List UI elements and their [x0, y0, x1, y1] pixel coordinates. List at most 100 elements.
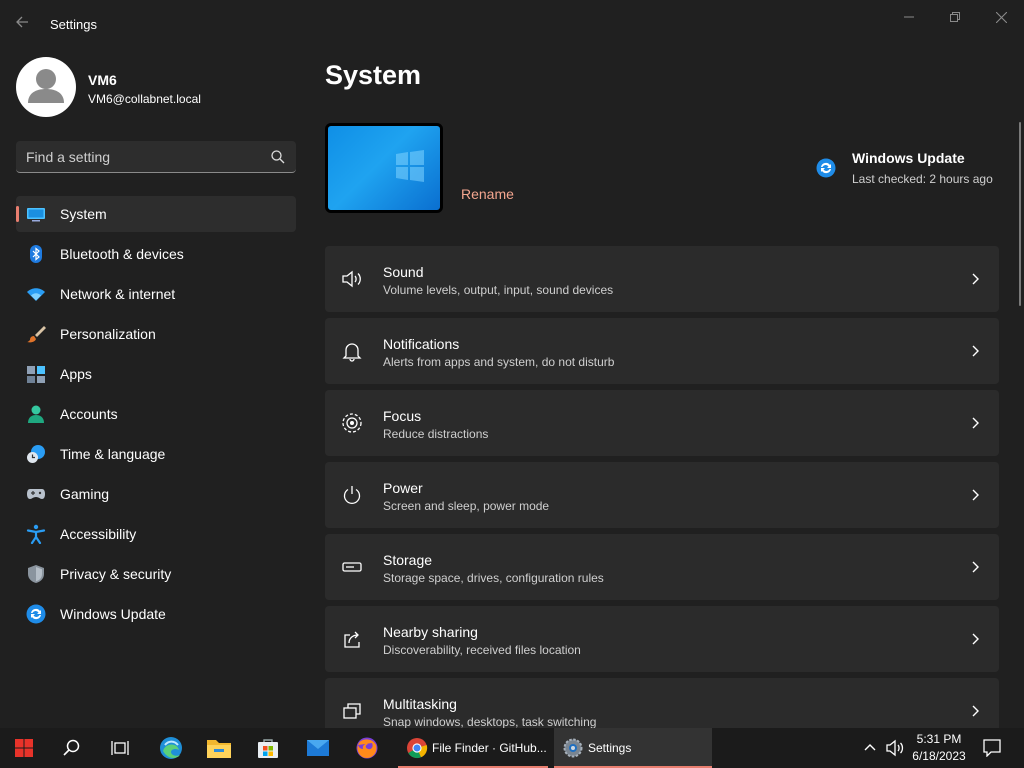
sync-icon [816, 158, 836, 178]
brush-icon [27, 326, 46, 343]
settings-window: Settings VM6 VM6@collabnet.local System … [0, 0, 1024, 728]
search-icon[interactable] [270, 149, 286, 165]
rename-link[interactable]: Rename [461, 186, 514, 202]
card-title: Focus [383, 408, 422, 424]
task-view-button[interactable] [104, 728, 136, 768]
user-avatar-icon [28, 69, 64, 103]
sidebar-item-windows-update[interactable]: Windows Update [16, 596, 296, 632]
user-email: VM6@collabnet.local [88, 92, 201, 106]
close-icon [995, 11, 1007, 23]
notification-speech-bubble-icon [983, 739, 1001, 757]
title-bar: Settings [0, 0, 1024, 48]
monitor-icon [27, 208, 45, 222]
minimize-icon [904, 16, 914, 18]
scrollbar-thumb[interactable] [1019, 122, 1021, 306]
settings-card-sound[interactable]: Sound Volume levels, output, input, soun… [325, 246, 999, 312]
taskbar-search-button[interactable] [56, 728, 88, 768]
card-description: Screen and sleep, power mode [383, 499, 550, 513]
sidebar-item-label: Apps [60, 366, 92, 382]
sidebar-item-label: Accounts [60, 406, 118, 422]
windows-update-last-checked: Last checked: 2 hours ago [852, 172, 993, 186]
device-preview [325, 123, 443, 213]
sidebar-item-time-language[interactable]: Time & language [16, 436, 296, 472]
settings-card-focus[interactable]: Focus Reduce distractions [325, 390, 999, 456]
sidebar-item-accounts[interactable]: Accounts [16, 396, 296, 432]
sidebar-item-label: System [60, 206, 107, 222]
bell-icon [342, 343, 362, 362]
gamepad-icon [27, 489, 45, 499]
firefox-icon [356, 737, 378, 759]
power-icon [343, 486, 361, 504]
sidebar-item-label: Gaming [60, 486, 110, 502]
taskbar: File Finder · GitHub... Settings 5:31 PM… [0, 728, 1024, 768]
sidebar-item-label: Bluetooth & devices [60, 246, 184, 262]
sidebar-item-network[interactable]: Network & internet [16, 276, 296, 312]
card-description: Volume levels, output, input, sound devi… [383, 283, 614, 297]
sidebar-item-accessibility[interactable]: Accessibility [16, 516, 296, 552]
chevron-right-icon [972, 561, 979, 573]
card-title: Multitasking [383, 696, 457, 712]
taskbar-store-button[interactable] [252, 728, 284, 768]
page-title: System [325, 60, 422, 90]
sidebar-item-bluetooth[interactable]: Bluetooth & devices [16, 236, 296, 272]
mail-icon [307, 740, 329, 756]
windows-start-icon [15, 739, 33, 757]
bluetooth-icon [30, 245, 42, 263]
clock-date: 6/18/2023 [912, 749, 966, 763]
window-title: Settings [50, 17, 97, 32]
edge-browser-icon [160, 737, 182, 759]
sidebar-item-gaming[interactable]: Gaming [16, 476, 296, 512]
card-description: Snap windows, desktops, task switching [383, 715, 597, 728]
windows-update-status[interactable]: Windows Update Last checked: 2 hours ago [816, 150, 1006, 190]
storage-drive-icon [342, 562, 362, 572]
taskbar-app-chrome[interactable]: File Finder · GitHub... [398, 728, 548, 768]
shield-icon [28, 565, 44, 583]
sync-icon [26, 604, 46, 624]
back-arrow-icon [16, 16, 28, 28]
settings-card-multitasking[interactable]: Multitasking Snap windows, desktops, tas… [325, 678, 999, 728]
maximize-button[interactable] [932, 6, 978, 28]
show-hidden-icons-button[interactable] [860, 728, 880, 768]
minimize-button[interactable] [886, 6, 932, 28]
settings-card-power[interactable]: Power Screen and sleep, power mode [325, 462, 999, 528]
sidebar-item-system[interactable]: System [16, 196, 296, 232]
back-button[interactable] [14, 14, 34, 34]
settings-list: Sound Volume levels, output, input, soun… [325, 246, 999, 728]
taskbar-clock[interactable]: 5:31 PM 6/18/2023 [908, 731, 970, 765]
user-name: VM6 [88, 72, 117, 88]
card-title: Nearby sharing [383, 624, 478, 640]
card-title: Notifications [383, 336, 460, 352]
search-input[interactable] [26, 141, 266, 172]
sidebar-item-privacy-security[interactable]: Privacy & security [16, 556, 296, 592]
taskbar-mail-button[interactable] [302, 728, 334, 768]
settings-card-notifications[interactable]: Notifications Alerts from apps and syste… [325, 318, 999, 384]
sidebar-item-apps[interactable]: Apps [16, 356, 296, 392]
start-button[interactable] [8, 728, 40, 768]
taskbar-app-settings[interactable]: Settings [554, 728, 712, 768]
chevron-up-icon [864, 744, 876, 751]
sidebar-item-personalization[interactable]: Personalization [16, 316, 296, 352]
sidebar-item-label: Windows Update [60, 606, 166, 622]
settings-card-storage[interactable]: Storage Storage space, drives, configura… [325, 534, 999, 600]
avatar[interactable] [16, 57, 76, 117]
notification-center-button[interactable] [980, 728, 1004, 768]
taskbar-firefox-button[interactable] [351, 728, 383, 768]
chevron-right-icon [972, 417, 979, 429]
settings-card-nearby-sharing[interactable]: Nearby sharing Discoverability, received… [325, 606, 999, 672]
focus-icon [342, 413, 362, 433]
person-icon [28, 405, 44, 423]
chevron-right-icon [972, 489, 979, 501]
chevron-right-icon [972, 273, 979, 285]
taskbar-edge-button[interactable] [155, 728, 187, 768]
volume-button[interactable] [883, 728, 907, 768]
wifi-icon [27, 288, 45, 301]
chevron-right-icon [972, 633, 979, 645]
clock-globe-icon [27, 445, 45, 463]
sidebar-item-label: Privacy & security [60, 566, 172, 582]
volume-icon [886, 739, 904, 757]
taskbar-file-explorer-button[interactable] [203, 728, 235, 768]
store-bag-icon [258, 739, 278, 758]
close-button[interactable] [978, 6, 1024, 28]
chevron-right-icon [972, 705, 979, 717]
search-box[interactable] [16, 141, 296, 173]
